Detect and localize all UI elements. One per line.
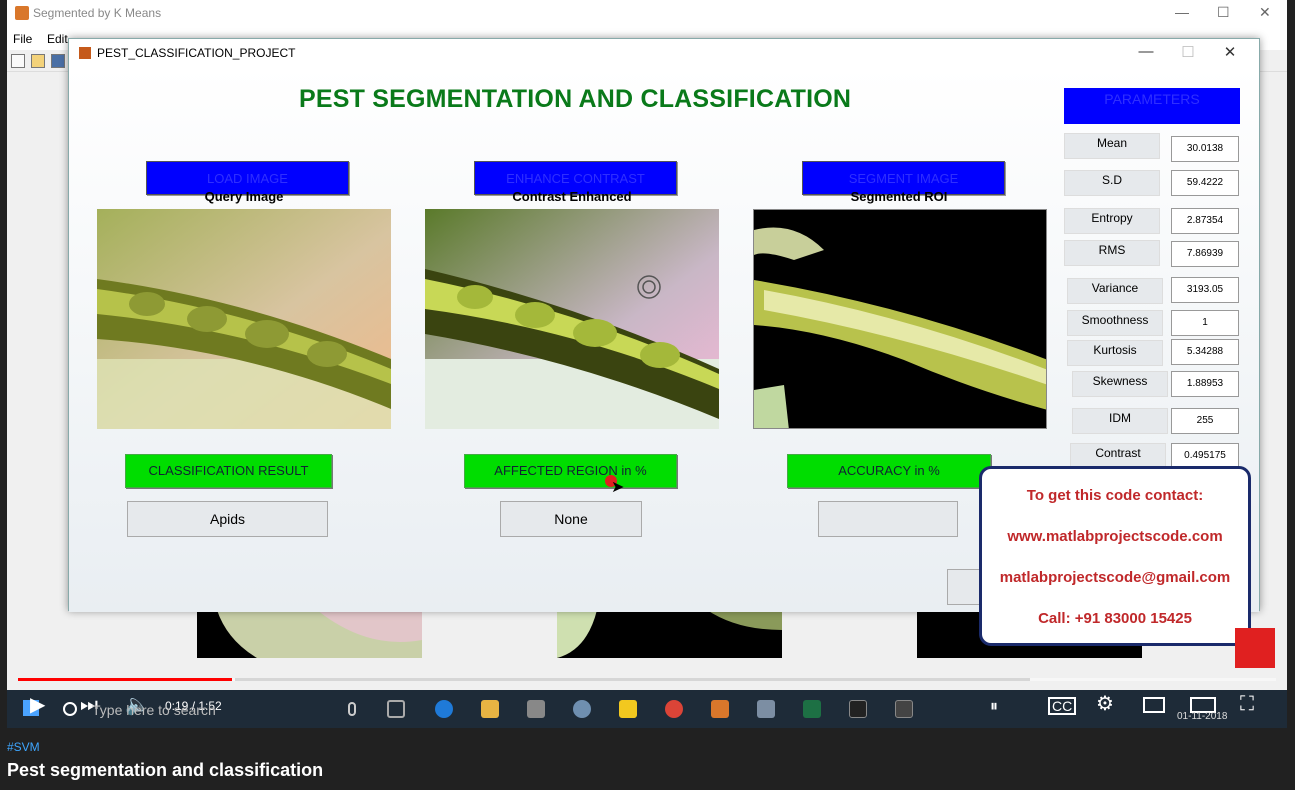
page-title: PEST SEGMENTATION AND CLASSIFICATION: [299, 85, 852, 113]
parameters-header: PARAMETERS: [1064, 88, 1240, 124]
close-icon[interactable]: ✕: [1215, 43, 1245, 61]
param-value-skewness: 1.88953: [1171, 371, 1239, 397]
segmented-roi-image: [753, 209, 1047, 429]
matlab-icon: [15, 6, 29, 20]
affected-region-button[interactable]: AFFECTED REGION in %: [464, 454, 677, 488]
search-icon[interactable]: [63, 702, 77, 716]
microphone-icon[interactable]: [348, 702, 356, 716]
new-file-icon[interactable]: [11, 54, 25, 68]
param-value-entropy: 2.87354: [1171, 208, 1239, 234]
menu-file[interactable]: File: [13, 32, 32, 46]
affected-region-field: None: [500, 501, 642, 537]
contact-phone: Call: +91 83000 15425: [1038, 610, 1192, 627]
autoplay-toggle-icon[interactable]: ⏸: [990, 697, 998, 717]
param-label-skewness: Skewness: [1072, 371, 1168, 397]
taskbar-date: 01-11-2018: [1177, 711, 1228, 722]
document-icon[interactable]: [757, 700, 775, 718]
enhanced-image-caption: Contrast Enhanced: [512, 189, 632, 204]
background-window-titlebar: Segmented by K Means — ☐ ✕: [7, 0, 1287, 28]
app-icon-2[interactable]: [573, 700, 591, 718]
matlab-icon: [79, 47, 91, 59]
chrome-icon[interactable]: [665, 700, 683, 718]
dialog-title: PEST_CLASSIFICATION_PROJECT: [97, 46, 296, 60]
param-label-sd: S.D: [1064, 170, 1160, 196]
open-folder-icon[interactable]: [31, 54, 45, 68]
sticky-notes-icon[interactable]: [619, 700, 637, 718]
minimize-icon[interactable]: —: [1131, 43, 1161, 60]
miniplayer-icon[interactable]: [1143, 697, 1165, 713]
channel-watermark: [1235, 628, 1275, 668]
param-label-entropy: Entropy: [1064, 208, 1160, 234]
param-value-rms: 7.86939: [1171, 241, 1239, 267]
task-view-icon[interactable]: [387, 700, 405, 718]
contact-heading: To get this code contact:: [1026, 487, 1204, 504]
maximize-icon[interactable]: ☐: [1217, 4, 1230, 21]
param-label-mean: Mean: [1064, 133, 1160, 159]
progress-buffer: [235, 678, 1030, 681]
settings-icon[interactable]: ⚙: [1096, 694, 1114, 714]
play-icon[interactable]: ▶: [30, 695, 45, 715]
dialog-titlebar: PEST_CLASSIFICATION_PROJECT — ☐ ✕: [69, 39, 1259, 67]
param-label-variance: Variance: [1067, 278, 1163, 304]
accuracy-field: [818, 501, 958, 537]
edge-icon[interactable]: [435, 700, 453, 718]
taskbar-search-placeholder: Type here to search: [92, 702, 216, 718]
query-image-caption: Query Image: [204, 189, 284, 204]
close-icon[interactable]: ✕: [1259, 4, 1271, 21]
maximize-icon[interactable]: ☐: [1173, 43, 1203, 61]
contact-website: www.matlabprojectscode.com: [1007, 528, 1223, 545]
app-icon-k7[interactable]: [895, 700, 913, 718]
param-value-smoothness: 1: [1171, 310, 1239, 336]
matlab-taskbar-icon[interactable]: [711, 700, 729, 718]
cmd-icon[interactable]: [849, 700, 867, 718]
param-label-rms: RMS: [1064, 240, 1160, 266]
subtitles-icon[interactable]: CC: [1048, 697, 1077, 715]
classification-result-button[interactable]: CLASSIFICATION RESULT: [125, 454, 332, 488]
app-icon-1[interactable]: [527, 700, 545, 718]
param-value-kurtosis: 5.34288: [1171, 339, 1239, 365]
minimize-icon[interactable]: —: [1175, 4, 1189, 20]
param-label-idm: IDM: [1072, 408, 1168, 434]
hashtag-link[interactable]: #SVM: [7, 740, 40, 754]
video-frame[interactable]: Segmented by K Means — ☐ ✕ File Edit PES…: [7, 0, 1287, 728]
contact-overlay: To get this code contact: www.matlabproj…: [979, 466, 1251, 646]
param-label-smoothness: Smoothness: [1067, 310, 1163, 336]
menu-edit[interactable]: Edit: [47, 32, 68, 46]
contrast-enhanced-image: [425, 209, 719, 429]
classification-result-field: Apids: [127, 501, 328, 537]
background-window-title: Segmented by K Means: [33, 6, 162, 20]
param-value-mean: 30.0138: [1171, 136, 1239, 162]
contact-email: matlabprojectscode@gmail.com: [999, 569, 1231, 586]
save-icon[interactable]: [51, 54, 65, 68]
progress-played: [18, 678, 232, 681]
accuracy-button[interactable]: ACCURACY in %: [787, 454, 991, 488]
segmented-image-caption: Segmented ROI: [850, 189, 948, 204]
param-value-idm: 255: [1171, 408, 1239, 434]
param-label-kurtosis: Kurtosis: [1067, 340, 1163, 366]
query-image: [97, 209, 391, 429]
file-explorer-icon[interactable]: [481, 700, 499, 718]
mouse-cursor-icon: ➤: [611, 479, 625, 496]
excel-icon[interactable]: [803, 700, 821, 718]
background-image-2: [557, 610, 782, 658]
param-value-variance: 3193.05: [1171, 277, 1239, 303]
fullscreen-icon[interactable]: ⛶: [1240, 694, 1254, 714]
param-value-sd: 59.4222: [1171, 170, 1239, 196]
background-image-1: [197, 610, 422, 658]
video-title: Pest segmentation and classification: [7, 760, 324, 780]
